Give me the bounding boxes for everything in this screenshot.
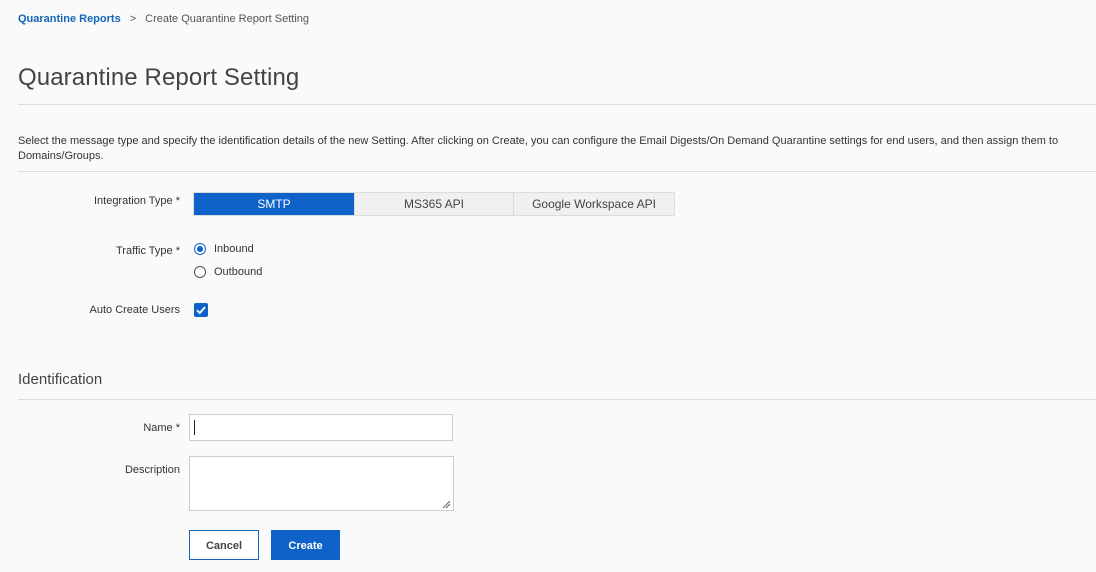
page-title: Quarantine Report Setting — [18, 64, 300, 91]
checkmark-icon — [196, 306, 206, 315]
resize-handle-icon[interactable] — [441, 499, 451, 509]
quarantine-report-setting-page: Quarantine Reports > Create Quarantine R… — [0, 0, 1096, 572]
integration-type-selector: SMTP MS365 API Google Workspace API — [193, 192, 675, 216]
breadcrumb-separator: > — [129, 13, 137, 25]
traffic-type-outbound-option[interactable]: Outbound — [194, 266, 262, 278]
description-label: Description — [124, 464, 180, 476]
cancel-button[interactable]: Cancel — [189, 530, 259, 560]
breadcrumb: Quarantine Reports > Create Quarantine R… — [18, 13, 309, 25]
outbound-radio-label: Outbound — [214, 266, 263, 278]
auto-create-users-label: Auto Create Users — [89, 304, 180, 316]
inbound-radio[interactable] — [194, 243, 206, 255]
outbound-radio[interactable] — [194, 266, 206, 278]
integration-option-ms365-api[interactable]: MS365 API — [355, 193, 514, 215]
intro-divider — [18, 171, 1096, 172]
traffic-type-label: Traffic Type * — [116, 245, 180, 257]
inbound-radio-label: Inbound — [214, 243, 254, 255]
identification-section-title: Identification — [18, 371, 103, 388]
intro-text: Select the message type and specify the … — [18, 135, 1059, 162]
description-textarea[interactable] — [189, 456, 454, 511]
integration-option-google-workspace-api[interactable]: Google Workspace API — [514, 193, 674, 215]
integration-type-label: Integration Type * — [93, 195, 180, 207]
name-input[interactable] — [189, 414, 453, 441]
title-divider — [18, 104, 1096, 105]
traffic-type-inbound-option[interactable]: Inbound — [194, 243, 254, 255]
integration-option-smtp[interactable]: SMTP — [194, 193, 355, 215]
text-cursor — [194, 420, 195, 435]
name-label: Name * — [143, 422, 180, 434]
identification-divider — [18, 399, 1096, 400]
create-button[interactable]: Create — [271, 530, 340, 560]
auto-create-users-checkbox[interactable] — [194, 303, 208, 317]
breadcrumb-link-quarantine-reports[interactable]: Quarantine Reports — [18, 13, 121, 25]
breadcrumb-current: Create Quarantine Report Setting — [145, 13, 309, 25]
